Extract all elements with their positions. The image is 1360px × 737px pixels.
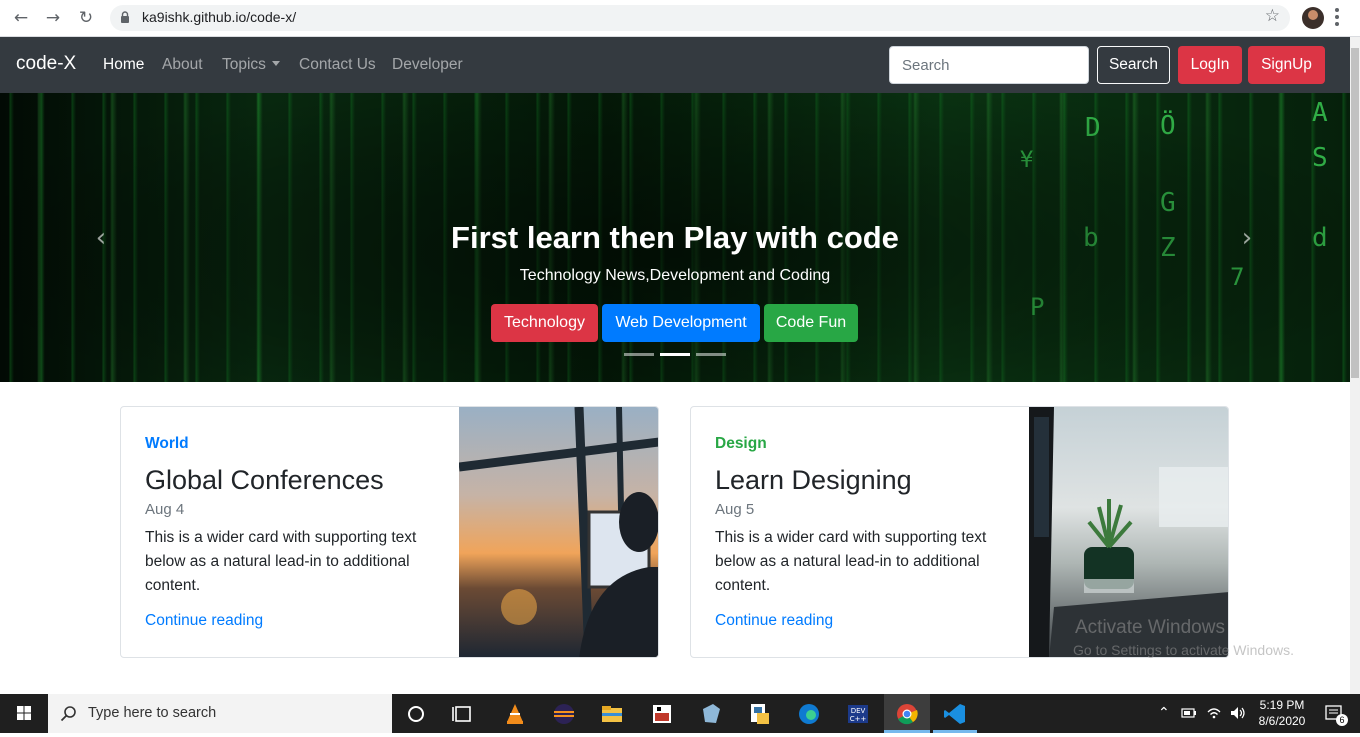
eclipse-icon[interactable] [551, 701, 577, 727]
technology-button[interactable]: Technology [491, 304, 598, 342]
clock-date: 8/6/2020 [1258, 714, 1306, 728]
scrollbar-thumb[interactable] [1351, 48, 1359, 378]
windows-logo-icon [17, 706, 31, 720]
wifi-icon[interactable] [1206, 706, 1222, 720]
web-development-button[interactable]: Web Development [602, 304, 760, 342]
brand-logo[interactable]: code-X [16, 53, 76, 75]
taskbar-search-text: Type here to search [88, 705, 217, 721]
card-image-art [458, 407, 658, 657]
card-title: Global Conferences [145, 465, 384, 495]
activate-windows-subtitle: Go to Settings to activate Windows. [1073, 642, 1294, 658]
reload-icon[interactable]: ↻ [75, 7, 97, 29]
cortana-icon[interactable] [403, 701, 429, 727]
volume-icon[interactable] [1229, 706, 1247, 720]
vlc-icon[interactable] [502, 701, 528, 727]
chrome-icon[interactable] [894, 701, 920, 727]
star-icon[interactable]: ☆ [1265, 6, 1280, 26]
search-button[interactable]: Search [1097, 46, 1170, 84]
carousel-indicator-active[interactable] [660, 353, 690, 356]
nav-link-topics[interactable]: Topics [222, 56, 280, 74]
card-date: Aug 5 [715, 501, 755, 518]
battery-icon[interactable] [1181, 707, 1197, 719]
clock-time: 5:19 PM [1259, 698, 1305, 712]
menu-kebab-icon[interactable] [1335, 8, 1339, 26]
code-fun-button[interactable]: Code Fun [764, 304, 858, 342]
card-date: Aug 4 [145, 501, 185, 518]
search-icon [60, 706, 76, 722]
browser-toolbar: ← → ↻ ka9ishk.github.io/code-x/ ☆ [0, 0, 1360, 37]
virtualbox-icon[interactable] [698, 701, 724, 727]
search-input[interactable] [889, 46, 1089, 84]
card-title: Learn Designing [715, 465, 912, 495]
file-explorer-icon[interactable] [599, 701, 625, 727]
card-text: This is a wider card with supporting tex… [715, 529, 987, 594]
signup-button[interactable]: SignUp [1248, 46, 1325, 84]
carousel-indicator[interactable] [696, 353, 726, 356]
url-text: ka9ishk.github.io/code-x/ [142, 9, 297, 25]
hero-carousel: D Ö G Z A S d b P 7 ¥ ‹ › First learn th… [0, 93, 1350, 382]
activate-windows-title: Activate Windows [1075, 617, 1225, 638]
nav-link-home[interactable]: Home [103, 56, 144, 74]
python-icon[interactable] [747, 701, 773, 727]
nav-link-contact[interactable]: Contact Us [299, 56, 376, 74]
notification-count-badge: 6 [1336, 714, 1348, 726]
carousel-indicator[interactable] [624, 353, 654, 356]
nav-link-topics-label: Topics [222, 56, 266, 73]
nav-link-developer[interactable]: Developer [392, 56, 463, 74]
svg-text:C++: C++ [850, 715, 867, 723]
lock-icon [121, 11, 129, 23]
chevron-up-icon[interactable]: ⌃ [1158, 705, 1170, 721]
continue-reading-link[interactable]: Continue reading [145, 612, 263, 630]
system-clock[interactable]: 5:19 PM 8/6/2020 [1252, 697, 1312, 729]
windows-start-button[interactable] [0, 694, 48, 733]
app-icon[interactable] [649, 701, 675, 727]
vscode-icon[interactable] [942, 701, 968, 727]
address-bar[interactable]: ka9ishk.github.io/code-x/ ☆ [110, 5, 1290, 31]
forward-icon[interactable]: → [42, 7, 64, 29]
windows-taskbar: Type here to search DEV C++ ⌃ 5:19 PM 8/6… [0, 694, 1360, 733]
continue-reading-link[interactable]: Continue reading [715, 612, 833, 630]
login-button[interactable]: LogIn [1178, 46, 1242, 84]
profile-avatar[interactable] [1302, 7, 1324, 29]
card-category: Design [715, 435, 767, 452]
carousel-subtitle: Technology News,Development and Coding [519, 267, 831, 284]
card-text: This is a wider card with supporting tex… [145, 529, 417, 594]
card-image-sunset-desk [458, 407, 658, 657]
devcpp-icon[interactable]: DEVC++ [845, 701, 871, 727]
edge-icon[interactable] [796, 701, 822, 727]
site-navbar: code-X Home About Topics Contact Us Deve… [0, 37, 1350, 93]
caret-down-icon [271, 61, 280, 66]
taskbar-search-box[interactable]: Type here to search [48, 694, 392, 733]
card-category: World [145, 435, 189, 452]
back-icon[interactable]: ← [10, 7, 32, 29]
carousel-title: First learn then Play with code [451, 220, 899, 255]
svg-text:DEV: DEV [851, 707, 866, 715]
card-world: World Global Conferences Aug 4 This is a… [120, 406, 659, 658]
nav-link-about[interactable]: About [162, 56, 203, 74]
task-view-icon[interactable] [450, 701, 476, 727]
